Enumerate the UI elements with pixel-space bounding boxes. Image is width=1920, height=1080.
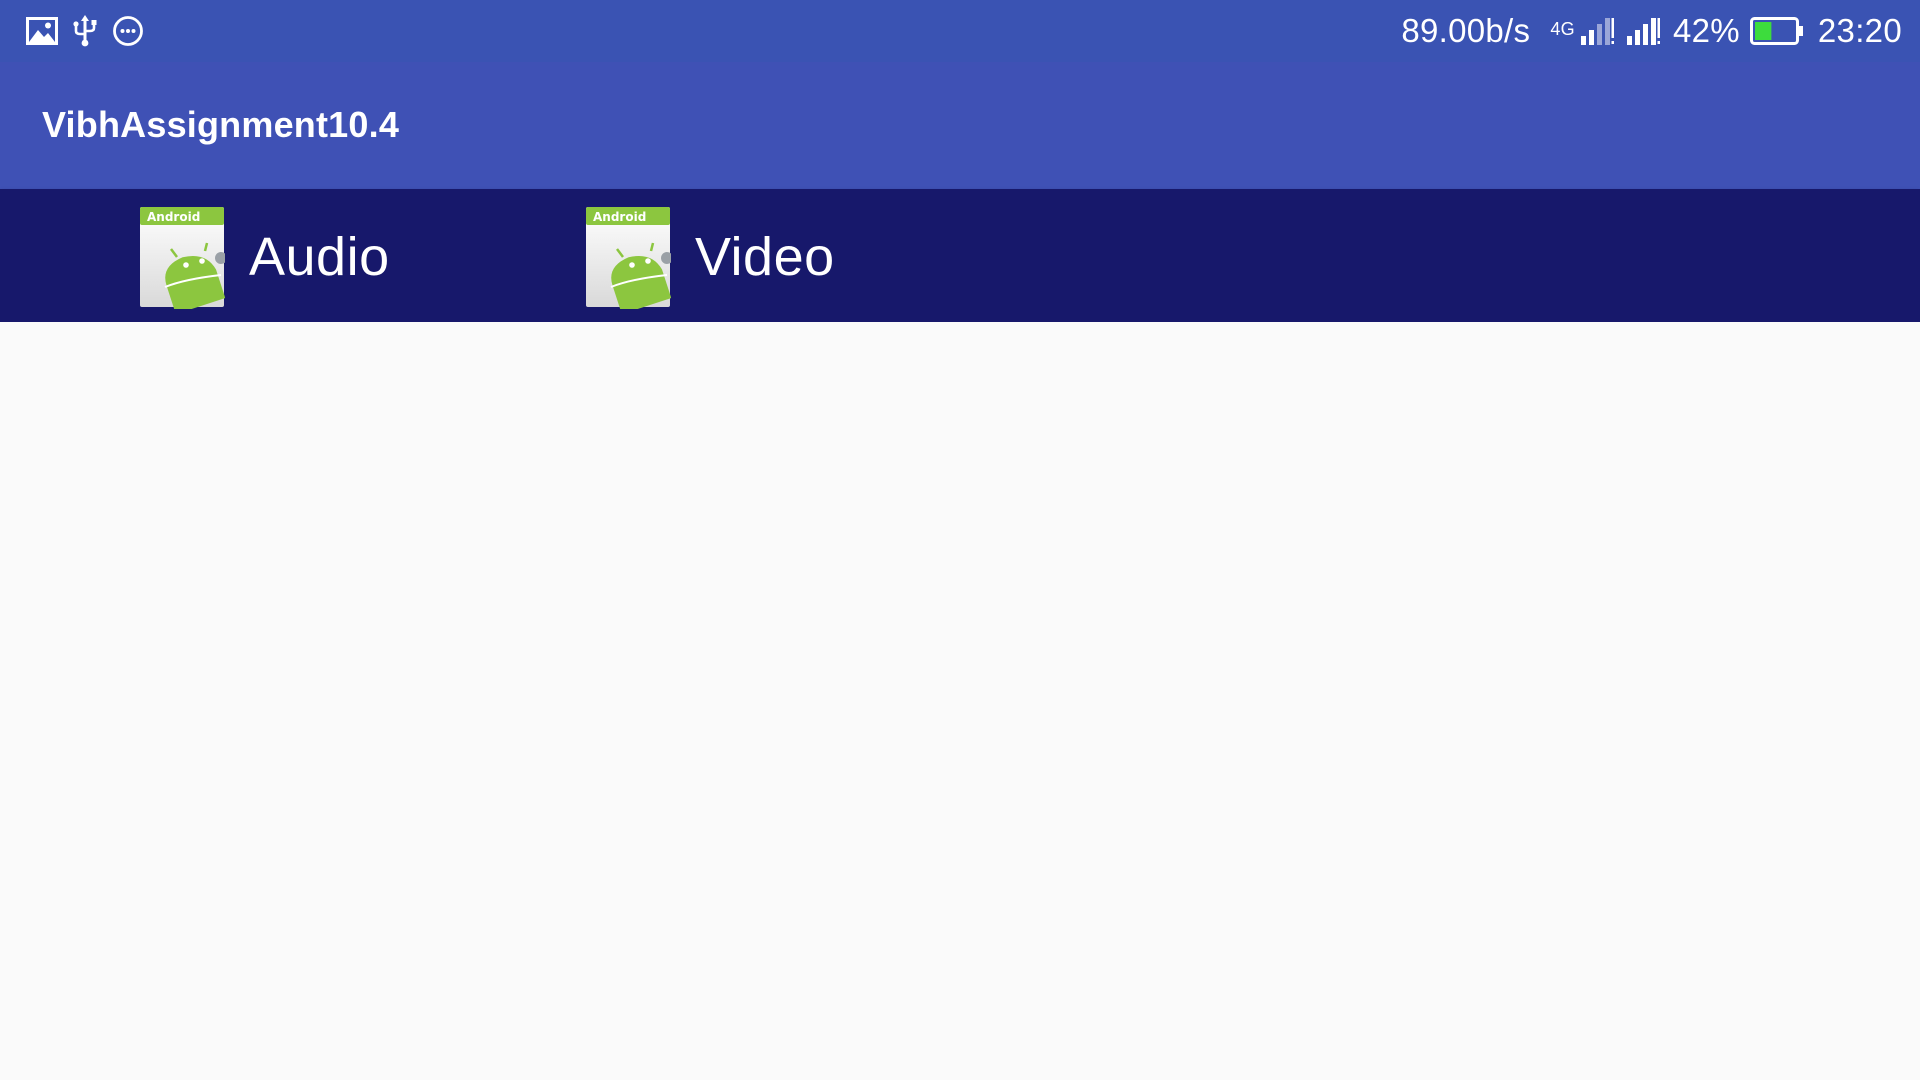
battery-percent: 42% xyxy=(1672,12,1740,49)
tab-video-label: Video xyxy=(695,227,835,287)
network-type: 4G xyxy=(1550,18,1575,39)
image-icon xyxy=(26,17,58,45)
status-system-info: 89.00b/s 4G 42% 23:20 xyxy=(1401,8,1902,54)
usb-icon xyxy=(72,15,98,47)
app-bar: VibhAssignment10.4 xyxy=(0,62,1920,189)
android-icon-caption: Android xyxy=(593,210,646,224)
tab-strip: Android Audio Android Video xyxy=(0,189,1920,322)
clock: 23:20 xyxy=(1817,12,1902,49)
battery-icon xyxy=(1749,17,1804,45)
tab-audio-label: Audio xyxy=(249,227,390,287)
app-title: VibhAssignment10.4 xyxy=(42,104,400,145)
tab-video[interactable]: Android Video xyxy=(585,205,835,309)
android-app-icon: Android xyxy=(586,207,671,309)
signal-sim2-icon xyxy=(1625,16,1661,46)
signal-sim1-icon xyxy=(1579,16,1615,46)
status-bar: 89.00b/s 4G 42% 23:20 xyxy=(0,0,1920,62)
status-notification-icons xyxy=(26,14,144,48)
content-area xyxy=(0,322,1920,1080)
android-app-icon: Android xyxy=(140,207,225,309)
android-icon-caption: Android xyxy=(147,210,200,224)
screen: 89.00b/s 4G 42% 23:20 VibhAssignment10.4… xyxy=(0,0,1920,1080)
more-circle-icon xyxy=(112,15,144,47)
tab-audio[interactable]: Android Audio xyxy=(139,205,390,309)
network-speed: 89.00b/s xyxy=(1401,12,1531,49)
